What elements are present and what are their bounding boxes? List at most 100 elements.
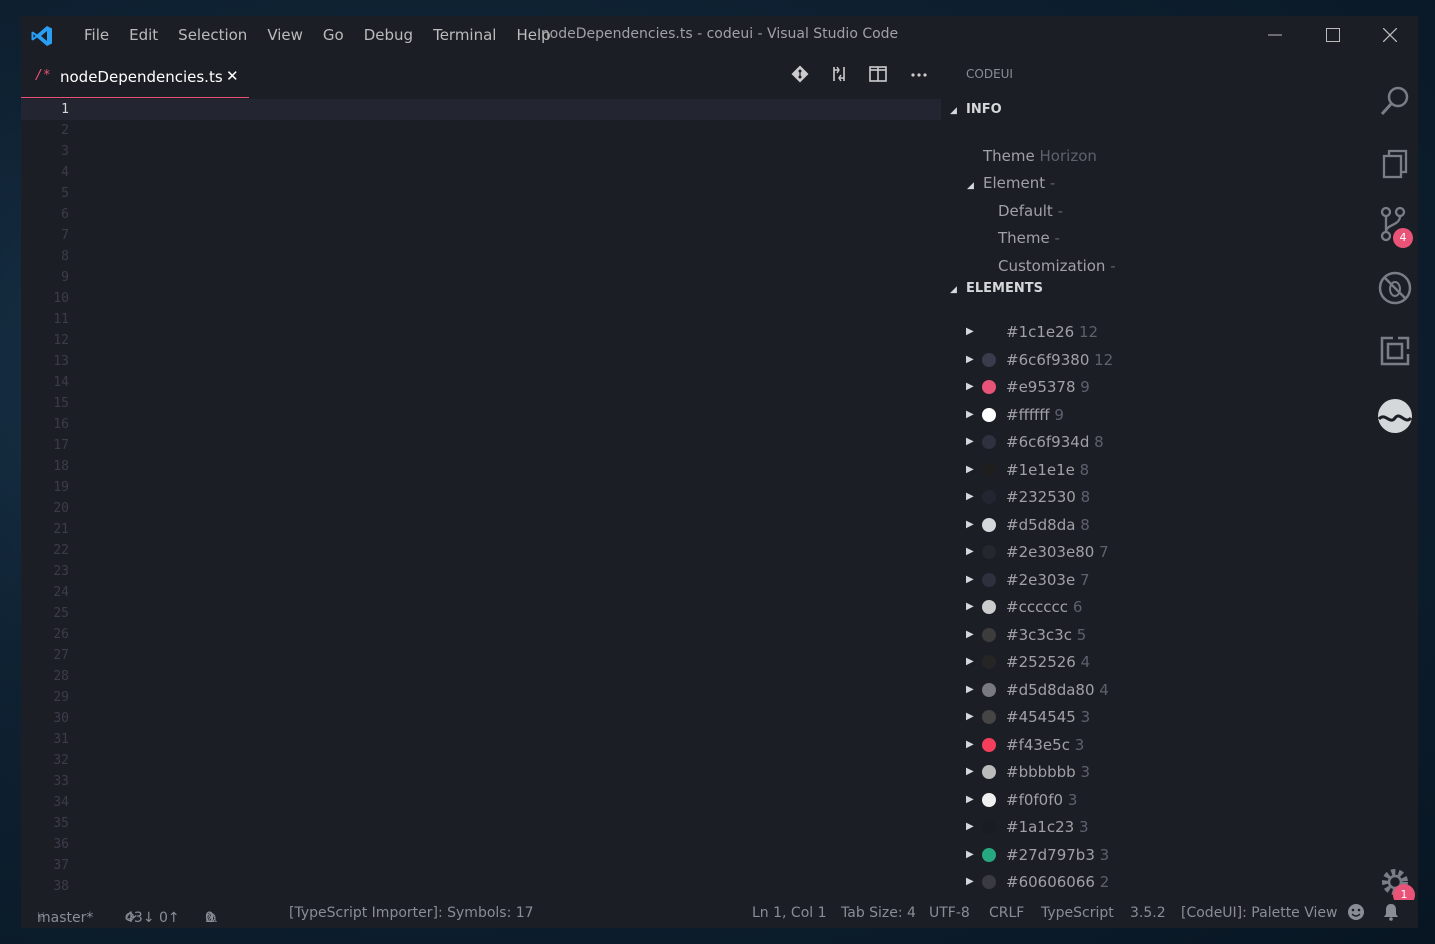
line-number: 15 [53, 396, 69, 411]
hex-value: #d5d8da80 [1006, 680, 1095, 699]
line-number: 21 [53, 522, 69, 537]
theme-label: Theme [983, 147, 1035, 165]
theme2-label: Theme [998, 229, 1050, 247]
color-swatch [982, 737, 996, 752]
tab-nodedependencies[interactable]: /* nodeDependencies.ts ✕ [21, 59, 249, 98]
tab-close-icon[interactable]: ✕ [226, 67, 239, 85]
minimize-button[interactable] [1246, 16, 1304, 54]
typescript-version[interactable]: 3.5.2 [1130, 905, 1166, 921]
codeui-palette-icon[interactable] [1371, 397, 1418, 435]
collapsed-icon: ▶ [966, 601, 974, 612]
color-swatch [982, 792, 996, 807]
hex-value: #3c3c3c [1006, 625, 1072, 644]
menu-help[interactable]: Help [506, 26, 560, 44]
menu-selection[interactable]: Selection [168, 26, 257, 44]
color-swatch [982, 545, 996, 559]
usage-count: 9 [1080, 378, 1090, 396]
theme2-value: - [1054, 229, 1060, 247]
line-number: 28 [53, 669, 69, 684]
hex-value: #252526 [1006, 653, 1076, 671]
elements-section-header[interactable]: ◢ ELEMENTS [950, 281, 1043, 296]
color-swatch [982, 847, 996, 862]
element-label: Element [983, 174, 1046, 192]
collapsed-icon: ▶ [966, 491, 974, 502]
more-actions-icon[interactable] [910, 63, 928, 85]
line-number: 29 [53, 690, 69, 705]
usage-count: 5 [1076, 625, 1087, 644]
branch-name: master* [37, 910, 94, 926]
usage-count: 3 [1099, 845, 1110, 864]
line-number: 31 [53, 732, 69, 747]
warning-count: 0 [205, 910, 214, 926]
usage-count: 8 [1094, 433, 1104, 451]
menu-go[interactable]: Go [313, 26, 354, 44]
line-number: 10 [53, 291, 69, 306]
usage-count: 3 [1080, 763, 1091, 781]
collapsed-icon: ▶ [966, 353, 974, 365]
cursor-position[interactable]: Ln 1, Col 1 [752, 905, 827, 921]
color-hex: #d5d8da 8 [1006, 512, 1090, 538]
encoding-status[interactable]: UTF-8 [929, 905, 970, 921]
color-swatch [982, 572, 996, 587]
line-number: 20 [53, 501, 69, 516]
hex-value: #1e1e1e [1006, 460, 1075, 479]
code-editor[interactable]: 1 2 3 4 5 6 7 8 9 10 11 12 13 14 15 16 17 18 19 20 21 22 23 24 2… [21, 99, 941, 899]
info-theme-row[interactable]: Theme Horizon [983, 144, 1097, 168]
info-section-label: INFO [966, 102, 1002, 117]
language-mode[interactable]: TypeScript [1041, 905, 1114, 921]
usage-count: 12 [1094, 350, 1114, 369]
explorer-icon[interactable] [1371, 148, 1418, 180]
hex-value: #1a1c23 [1006, 818, 1075, 836]
tab-label: nodeDependencies.ts [60, 68, 223, 86]
color-swatch [982, 517, 996, 532]
typescript-importer-status[interactable]: [TypeScript Importer]: Symbols: 17 [289, 905, 534, 921]
scm-badge: 4 [1393, 228, 1413, 248]
color-hex: #27d797b3 3 [1006, 842, 1109, 868]
menu-view[interactable]: View [257, 26, 313, 44]
status-bar: ⑂ master* ⟳ 43↓ 0↑ ⊗ 0 ⚠ 0 [TypeScript Im… [21, 900, 1418, 928]
line-number: 12 [53, 333, 69, 348]
color-swatch [982, 325, 996, 339]
close-window-button[interactable] [1361, 16, 1418, 54]
menu-file[interactable]: File [74, 26, 119, 44]
debug-icon[interactable] [1371, 270, 1418, 306]
menu-edit[interactable]: Edit [119, 26, 168, 44]
line-number: 13 [53, 354, 69, 369]
color-hex: #6c6f934d 8 [1006, 429, 1104, 455]
codeui-palette-status[interactable]: [CodeUI]: Palette View [1181, 905, 1337, 921]
minimize-icon [1268, 34, 1282, 36]
collapsed-icon: ▶ [966, 848, 974, 860]
info-default-row[interactable]: Default - [998, 199, 1063, 223]
color-hex: #6c6f9380 12 [1006, 347, 1113, 373]
sidebar-title: CODEUI [966, 67, 1013, 81]
color-hex: #1a1c23 3 [1006, 814, 1089, 840]
color-hex: #454545 3 [1006, 704, 1090, 730]
info-theme2-row[interactable]: Theme - [998, 226, 1060, 250]
menu-debug[interactable]: Debug [354, 26, 423, 44]
info-customization-row[interactable]: Customization - [998, 254, 1116, 278]
expanded-icon: ◢ [950, 106, 957, 116]
extensions-icon[interactable] [1371, 335, 1418, 367]
line-number: 35 [53, 816, 69, 831]
info-section-header[interactable]: ◢ INFO [950, 102, 1002, 117]
notifications-bell-icon[interactable] [1383, 903, 1399, 925]
eol-status[interactable]: CRLF [989, 905, 1024, 921]
split-editor-icon[interactable] [869, 65, 887, 87]
compare-changes-icon[interactable] [830, 65, 848, 87]
git-open-changes-icon[interactable] [791, 65, 809, 87]
maximize-button[interactable] [1304, 16, 1362, 54]
hex-value: #6c6f934d [1006, 433, 1090, 451]
expanded-icon: ◢ [950, 285, 957, 295]
search-icon[interactable] [1371, 84, 1418, 118]
info-element-row[interactable]: ◢ Element - [967, 171, 1055, 195]
feedback-smiley-icon[interactable] [1347, 903, 1365, 925]
usage-count: 9 [1054, 405, 1064, 424]
tab-size-status[interactable]: Tab Size: 4 [841, 905, 916, 921]
usage-count: 12 [1079, 323, 1099, 341]
color-hex: #2e303e80 7 [1006, 539, 1109, 565]
tab-file-icon: /* [35, 68, 51, 83]
menu-terminal[interactable]: Terminal [423, 26, 506, 44]
elements-section-label: ELEMENTS [966, 281, 1043, 296]
collapsed-icon: ▶ [966, 518, 974, 530]
collapsed-icon: ▶ [966, 793, 974, 805]
